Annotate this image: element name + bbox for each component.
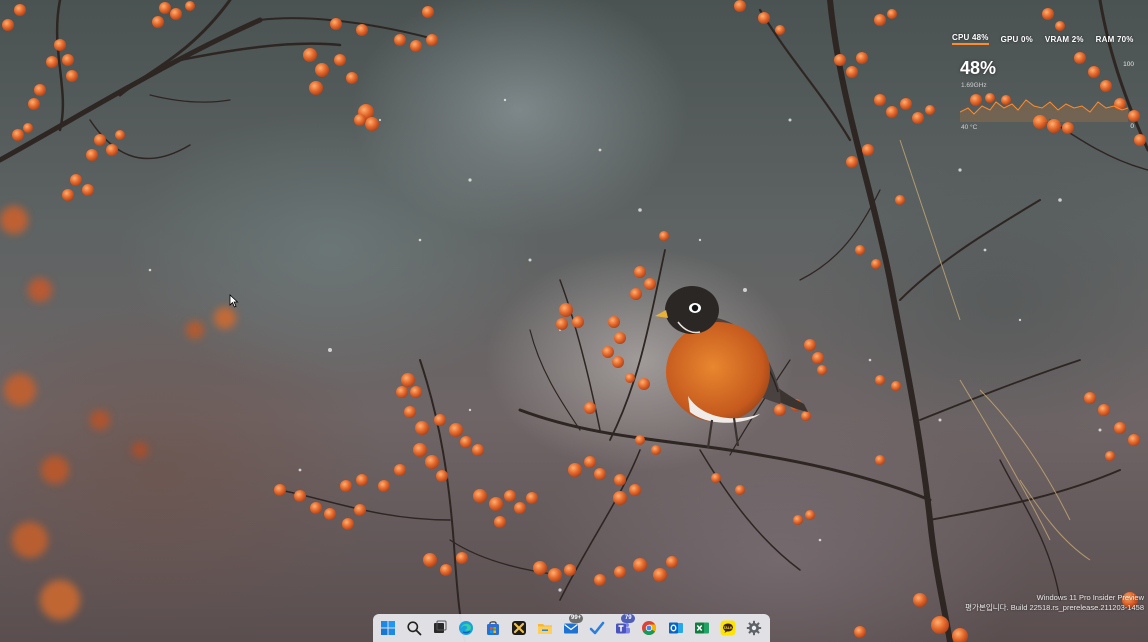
edge-icon <box>459 621 474 635</box>
mouse-cursor-icon <box>229 294 239 308</box>
kakaotalk-button[interactable]: TALK <box>716 616 740 640</box>
perf-usage-graph <box>960 99 1128 122</box>
perf-tab-gpu[interactable]: GPU 0% <box>1001 35 1033 44</box>
outlook-button[interactable] <box>664 616 688 640</box>
chat-bubble-icon: TALK <box>720 620 736 636</box>
windows-build-watermark: Windows 11 Pro Insider Preview 평가본입니다. B… <box>965 593 1144 613</box>
perf-tab-gpu-label: GPU <box>1000 34 1019 44</box>
settings-button[interactable] <box>742 616 766 640</box>
perf-tab-vram-label: VRAM <box>1044 34 1070 44</box>
chrome-button[interactable] <box>637 616 661 640</box>
perf-tab-bar: CPU 48% GPU 0% VRAM 2% RAM 70% <box>952 30 1144 48</box>
store-button[interactable] <box>481 616 505 640</box>
gear-icon <box>746 620 762 636</box>
perf-tab-vram-value: 2% <box>1071 34 1084 44</box>
watermark-line-1: Windows 11 Pro Insider Preview <box>1036 593 1144 602</box>
perf-main-value: 48% <box>960 58 997 78</box>
perf-scale-max: 100 <box>1123 61 1134 68</box>
svg-text:TALK: TALK <box>723 626 733 630</box>
excel-button[interactable] <box>690 616 714 640</box>
task-view-icon <box>434 620 447 633</box>
teams-unread-badge: 79 <box>621 614 636 623</box>
folder-icon <box>537 624 552 634</box>
app-x-button[interactable] <box>507 616 531 640</box>
outlook-icon <box>668 622 683 634</box>
perf-tab-cpu-value: 48% <box>971 33 989 42</box>
mail-unread-badge: 99+ <box>568 614 584 623</box>
performance-widget[interactable]: CPU 48% GPU 0% VRAM 2% RAM 70% 48% 1.69G… <box>952 30 1144 136</box>
perf-tab-gpu-value: 0% <box>1020 34 1033 44</box>
search-button[interactable] <box>402 616 426 640</box>
perf-temperature: 40 °C <box>961 124 978 131</box>
windows-logo-icon <box>381 621 395 635</box>
xbox-style-icon <box>511 621 526 635</box>
perf-tab-cpu[interactable]: CPU 48% <box>952 33 989 45</box>
perf-scale-min: 0 <box>1130 123 1134 130</box>
excel-icon <box>694 622 709 634</box>
task-view-button[interactable] <box>428 616 452 640</box>
perf-tab-vram[interactable]: VRAM 2% <box>1045 35 1084 44</box>
perf-tab-ram[interactable]: RAM 70% <box>1096 35 1134 44</box>
perf-tab-ram-label: RAM <box>1095 34 1115 44</box>
chrome-icon <box>642 621 657 635</box>
edge-button[interactable] <box>454 616 478 640</box>
start-button[interactable] <box>376 616 400 640</box>
file-explorer-button[interactable] <box>533 616 557 640</box>
store-icon <box>486 621 499 635</box>
perf-tab-ram-value: 70% <box>1116 34 1134 44</box>
checkmark-icon <box>589 621 605 635</box>
teams-button[interactable]: 79 <box>611 614 636 640</box>
perf-tab-cpu-label: CPU <box>952 33 970 42</box>
search-icon <box>407 621 422 636</box>
watermark-line-2: 평가본입니다. Build 22518.rs_prerelease.211203… <box>965 603 1144 612</box>
todo-button[interactable] <box>585 616 609 640</box>
taskbar: 99+ 79 TALK <box>373 614 770 642</box>
mail-button[interactable]: 99+ <box>559 614 584 640</box>
